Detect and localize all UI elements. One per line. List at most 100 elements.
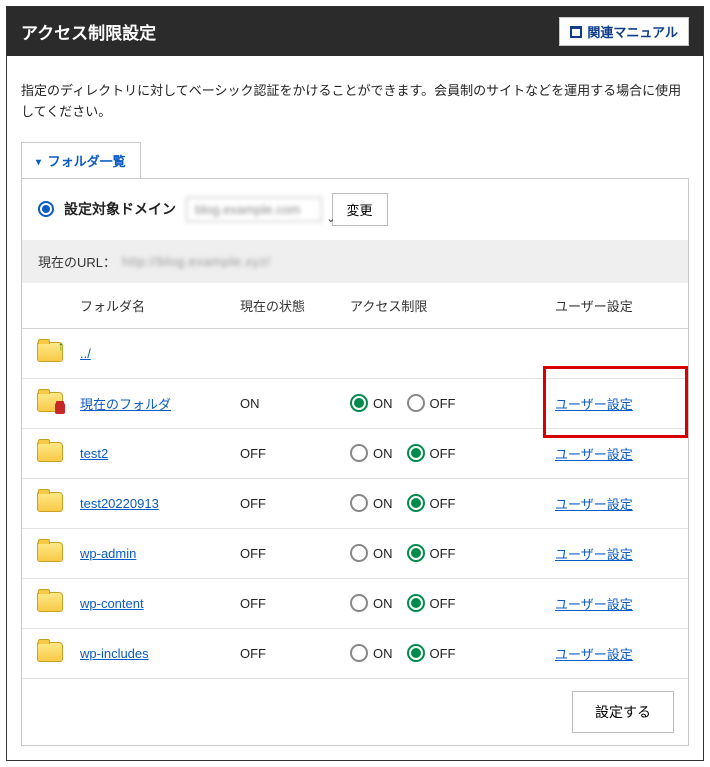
access-radio-on[interactable]: ON: [350, 544, 393, 562]
col-user-settings: ユーザー設定: [547, 283, 688, 329]
access-radio-off[interactable]: OFF: [407, 494, 456, 512]
access-radio-on[interactable]: ON: [350, 494, 393, 512]
radio-icon: [350, 544, 368, 562]
state-value: OFF: [232, 528, 342, 578]
access-radio-on[interactable]: ON: [350, 394, 393, 412]
access-radio-group: ON OFF: [350, 494, 539, 512]
radio-icon: [407, 594, 425, 612]
state-value: ON: [232, 378, 342, 428]
radio-icon: [407, 644, 425, 662]
domain-radio-selected-icon: [38, 201, 54, 217]
access-radio-on[interactable]: ON: [350, 594, 393, 612]
access-radio-off[interactable]: OFF: [407, 594, 456, 612]
access-radio-group: ON OFF: [350, 394, 539, 412]
state-value: OFF: [232, 628, 342, 678]
access-radio-group: ON OFF: [350, 544, 539, 562]
radio-icon: [407, 394, 425, 412]
radio-label: OFF: [430, 396, 456, 411]
radio-icon: [407, 544, 425, 562]
domain-selector-row: 設定対象ドメイン blog.example.com ⌄ 変更: [22, 179, 688, 240]
folder-icon: [37, 592, 63, 612]
table-row: ../: [22, 328, 688, 378]
col-access-restriction: アクセス制限: [342, 283, 547, 329]
access-radio-on[interactable]: ON: [350, 644, 393, 662]
col-current-state: 現在の状態: [232, 283, 342, 329]
access-radio-off[interactable]: OFF: [407, 544, 456, 562]
folder-link[interactable]: test2: [80, 446, 108, 461]
chevron-down-icon: ▾: [36, 157, 41, 168]
state-value: OFF: [232, 578, 342, 628]
user-settings-link[interactable]: ユーザー設定: [555, 547, 633, 562]
user-settings-link[interactable]: ユーザー設定: [555, 497, 633, 512]
radio-icon: [407, 494, 425, 512]
folder-link[interactable]: test20220913: [80, 496, 159, 511]
access-radio-off[interactable]: OFF: [407, 444, 456, 462]
apply-settings-button[interactable]: 設定する: [572, 691, 674, 733]
current-url-prefix: 現在のURL：: [38, 252, 116, 271]
page-header: アクセス制限設定 関連マニュアル: [7, 7, 703, 56]
table-row: wp-includes OFF ON OFF ユーザー設定: [22, 628, 688, 678]
radio-icon: [350, 394, 368, 412]
radio-icon: [350, 494, 368, 512]
radio-label: OFF: [430, 596, 456, 611]
radio-label: OFF: [430, 496, 456, 511]
related-manual-button[interactable]: 関連マニュアル: [559, 17, 689, 46]
folder-icon: [37, 492, 63, 512]
domain-select[interactable]: blog.example.com: [186, 197, 322, 222]
radio-label: OFF: [430, 646, 456, 661]
radio-label: ON: [373, 396, 393, 411]
user-settings-link[interactable]: ユーザー設定: [555, 597, 633, 612]
page-title: アクセス制限設定: [21, 19, 156, 44]
radio-label: ON: [373, 446, 393, 461]
chevron-down-icon: ⌄: [326, 212, 335, 225]
current-url-row: 現在のURL： http://blog.example.xyz/: [22, 240, 688, 283]
folder-icon: [37, 542, 63, 562]
folder-up-icon: [37, 342, 63, 362]
user-settings-link[interactable]: ユーザー設定: [555, 647, 633, 662]
user-settings-link[interactable]: ユーザー設定: [555, 447, 633, 462]
table-row: wp-admin OFF ON OFF ユーザー設定: [22, 528, 688, 578]
radio-icon: [407, 444, 425, 462]
access-radio-group: ON OFF: [350, 444, 539, 462]
folder-table: フォルダ名 現在の状態 アクセス制限 ユーザー設定 ../現在のフォルダONON…: [22, 283, 688, 679]
folder-link[interactable]: 現在のフォルダ: [80, 397, 171, 412]
folder-link[interactable]: wp-content: [80, 596, 144, 611]
state-value: OFF: [232, 428, 342, 478]
radio-icon: [350, 644, 368, 662]
radio-label: ON: [373, 596, 393, 611]
folder-icon: [37, 442, 63, 462]
folder-link[interactable]: ../: [80, 346, 91, 361]
radio-icon: [350, 594, 368, 612]
radio-label: ON: [373, 546, 393, 561]
access-radio-group: ON OFF: [350, 644, 539, 662]
table-row: test2 OFF ON OFF ユーザー設定: [22, 428, 688, 478]
table-row: 現在のフォルダ ON ON OFF ユーザー設定: [22, 378, 688, 428]
state-value: [232, 328, 342, 378]
manual-button-label: 関連マニュアル: [587, 22, 678, 41]
access-radio-off[interactable]: OFF: [407, 394, 456, 412]
col-folder-name: フォルダ名: [72, 283, 232, 329]
table-row: wp-content OFF ON OFF ユーザー設定: [22, 578, 688, 628]
radio-label: ON: [373, 646, 393, 661]
current-url-value: http://blog.example.xyz/: [122, 254, 271, 269]
radio-icon: [350, 444, 368, 462]
folder-link[interactable]: wp-admin: [80, 546, 136, 561]
page-description: 指定のディレクトリに対してベーシック認証をかけることができます。会員制のサイトな…: [7, 69, 703, 129]
folder-locked-icon: [37, 392, 63, 412]
folder-icon: [37, 642, 63, 662]
access-radio-off[interactable]: OFF: [407, 644, 456, 662]
access-radio-on[interactable]: ON: [350, 444, 393, 462]
state-value: OFF: [232, 478, 342, 528]
tab-label: フォルダ一覧: [48, 154, 126, 169]
col-icon: [22, 283, 72, 329]
domain-label: 設定対象ドメイン: [64, 199, 176, 219]
folder-link[interactable]: wp-includes: [80, 646, 149, 661]
tab-bar: ▾ フォルダ一覧: [7, 142, 703, 178]
access-radio-group: ON OFF: [350, 594, 539, 612]
tab-folder-list[interactable]: ▾ フォルダ一覧: [21, 142, 141, 178]
radio-label: ON: [373, 496, 393, 511]
user-settings-link[interactable]: ユーザー設定: [555, 397, 633, 412]
radio-label: OFF: [430, 446, 456, 461]
change-domain-button[interactable]: 変更: [332, 193, 388, 226]
radio-label: OFF: [430, 546, 456, 561]
